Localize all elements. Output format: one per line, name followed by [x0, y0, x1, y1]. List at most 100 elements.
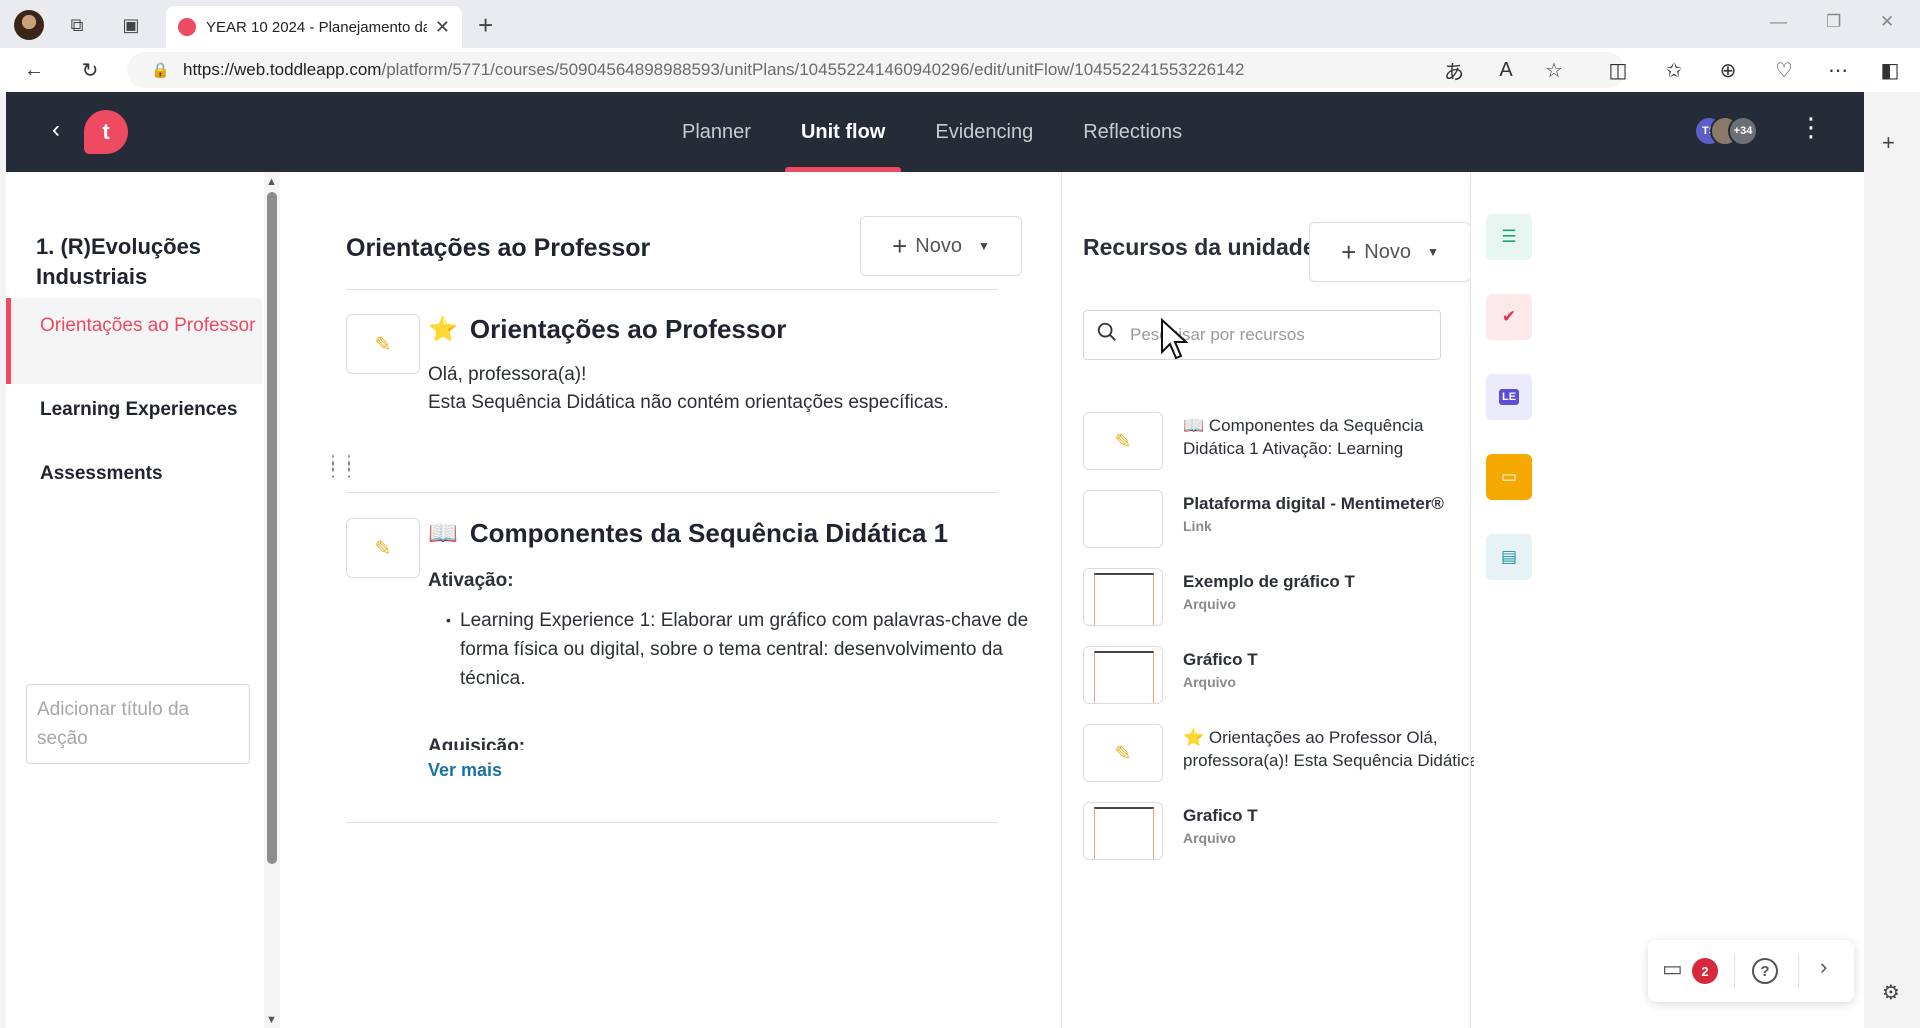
sidebar-scrollbar[interactable]: ▲ ▼ [264, 172, 280, 1028]
help-widget: ▭ 2 ? › [1648, 940, 1854, 1002]
back-icon[interactable]: ← [20, 56, 48, 84]
edge-sidebar: + ⚙ [1864, 92, 1920, 1028]
tool-rail: ☰ ✔ LE ▭ ▤ [1474, 172, 1538, 1028]
section-heading: Orientações ao Professor [346, 234, 651, 262]
edit-icon: ✎ [1083, 724, 1163, 782]
sidebar-item-assessments[interactable]: Assessments [6, 460, 262, 488]
tab-unit-flow[interactable]: Unit flow [784, 92, 902, 172]
card-title-text: Orientações ao Professor [469, 314, 787, 344]
favorite-star-icon[interactable]: ☆ [1540, 56, 1568, 84]
resource-item[interactable]: ✎ ⭐ Orientações ao Professor Olá, profes… [1083, 724, 1479, 784]
tab-planner[interactable]: Planner [666, 92, 767, 172]
close-window-icon[interactable]: ✕ [1880, 12, 1894, 32]
book-icon: 📖 [428, 520, 458, 547]
scrollbar-thumb[interactable] [267, 192, 277, 864]
edit-card-button[interactable]: ✎ [346, 518, 420, 578]
list-item: Learning Experience 1: Elaborar um gráfi… [446, 606, 1060, 693]
read-aloud-icon[interactable]: A [1492, 56, 1520, 84]
divider [346, 822, 998, 823]
notes-icon[interactable]: ☰ [1486, 214, 1532, 260]
resource-name: Gráfico T [1183, 650, 1258, 669]
sidebar-item-learning-experiences[interactable]: Learning Experiences [6, 396, 262, 424]
collections-icon[interactable]: ⊕ [1714, 56, 1742, 84]
collaborator-avatars[interactable]: TS +34 [1694, 116, 1774, 148]
back-chevron-icon[interactable]: ‹ [52, 116, 60, 144]
clipboard-check-icon[interactable]: ✔ [1486, 294, 1532, 340]
drag-handle-icon[interactable]: ⋮⋮ ⋮⋮ [324, 453, 358, 479]
resources-title: Recursos da unidade [1083, 234, 1316, 260]
card-title: 📖 Componentes da Sequência Didática 1 [428, 518, 948, 549]
browser-essentials-icon[interactable]: ♡ [1770, 56, 1798, 84]
address-bar[interactable]: 🔒 https://web.toddleapp.com/platform/577… [127, 52, 1625, 88]
restore-icon[interactable]: ❐ [1826, 12, 1841, 32]
card-text: Olá, professora(a)! [428, 364, 587, 385]
edit-card-button[interactable]: ✎ [346, 314, 420, 374]
search-icon [1097, 322, 1116, 341]
comments-icon[interactable]: ▭ [1662, 956, 1683, 982]
le-icon[interactable]: LE [1486, 374, 1532, 420]
browser-toolbar: ← ↻ 🔒 https://web.toddleapp.com/platform… [0, 48, 1920, 92]
resource-item[interactable]: Grafico T Arquivo [1083, 802, 1463, 862]
translate-icon[interactable]: あ [1440, 56, 1468, 84]
unit-title: 1. (R)Evoluções Industriais [36, 234, 202, 289]
resource-name: Plataforma digital - Mentimeter® [1183, 494, 1444, 513]
minimize-icon[interactable]: — [1770, 12, 1787, 32]
file-thumbnail [1083, 568, 1163, 626]
scroll-up-icon[interactable]: ▲ [266, 176, 277, 188]
add-sidebar-app-icon[interactable]: + [1882, 130, 1895, 156]
new-button-label: Novo [1364, 240, 1411, 263]
browser-profile-avatar[interactable] [14, 10, 44, 40]
browser-tab[interactable]: YEAR 10 2024 - Planejamento da ✕ [166, 6, 462, 48]
chevron-right-icon[interactable]: › [1820, 954, 1827, 980]
unit-flow-content: Orientações ao Professor + Novo ▼ ⋮⋮ ⋮⋮ ✎… [280, 172, 1062, 1028]
card-text: Esta Sequência Didática não contém orien… [428, 392, 949, 413]
plus-icon: + [1341, 236, 1357, 267]
edit-icon: ✎ [1083, 412, 1163, 470]
help-icon[interactable]: ? [1752, 958, 1778, 984]
toddle-logo[interactable]: t [84, 110, 128, 154]
sidebar-item-orientacoes[interactable]: Orientações ao Professor [6, 298, 262, 384]
resource-search-input[interactable]: Pesquisar por recursos [1083, 310, 1441, 360]
scroll-down-icon[interactable]: ▼ [266, 1014, 277, 1026]
resource-type: Arquivo [1183, 674, 1236, 690]
new-tab-icon[interactable]: + [478, 10, 493, 41]
tab-reflections[interactable]: Reflections [1067, 92, 1198, 172]
new-resource-button[interactable]: + Novo ▼ [1309, 222, 1471, 282]
divider [1470, 172, 1471, 1028]
avatar-more-count: +34 [1728, 116, 1758, 146]
browser-tab-title: YEAR 10 2024 - Planejamento da [206, 18, 427, 36]
star-icon: ⭐ [428, 316, 458, 343]
resource-type: Arquivo [1183, 596, 1236, 612]
browser-tab-strip: ⧉ ▣ YEAR 10 2024 - Planejamento da ✕ + —… [0, 0, 1920, 48]
split-screen-icon[interactable]: ◫ [1604, 56, 1632, 84]
favorites-icon[interactable]: ✩ [1660, 56, 1688, 84]
toddle-favicon-icon [178, 18, 196, 36]
resource-item[interactable]: Plataforma digital - Mentimeter® Link [1083, 490, 1463, 550]
sidebar-toggle-icon[interactable]: ◧ [1876, 56, 1904, 84]
divider [346, 492, 998, 493]
close-tab-icon[interactable]: ✕ [435, 17, 450, 38]
new-item-button[interactable]: + Novo ▼ [860, 216, 1022, 276]
file-thumbnail [1083, 802, 1163, 860]
see-more-link[interactable]: Ver mais [428, 760, 502, 781]
resource-item[interactable]: Gráfico T Arquivo [1083, 646, 1463, 706]
more-options-icon[interactable]: ⋯ [1824, 56, 1852, 84]
gear-icon[interactable]: ⚙ [1882, 980, 1900, 1005]
archive-icon[interactable]: ▭ [1486, 454, 1532, 500]
search-placeholder: Pesquisar por recursos [1130, 325, 1305, 344]
tab-evidencing[interactable]: Evidencing [919, 92, 1049, 172]
resource-item[interactable]: ✎ 📖 Componentes da Sequência Didática 1 … [1083, 412, 1463, 472]
add-section-title-input[interactable]: Adicionar título da seção [26, 684, 250, 764]
resource-item[interactable]: Exemplo de gráfico T Arquivo [1083, 568, 1463, 628]
workspaces-icon[interactable]: ⧉ [64, 12, 90, 38]
mouse-cursor-icon [1161, 318, 1189, 360]
resource-type: Link [1183, 518, 1212, 534]
tab-actions-icon[interactable]: ▣ [118, 12, 144, 38]
refresh-icon[interactable]: ↻ [76, 56, 104, 84]
divider [1798, 954, 1799, 988]
section-sidebar: 1. (R)Evoluções Industriais Orientações … [6, 172, 264, 1028]
clipboard-icon[interactable]: ▤ [1486, 534, 1532, 580]
card-subheading: Ativação: [428, 570, 514, 591]
more-vertical-icon[interactable]: ⋮ [1798, 112, 1824, 143]
resource-name: Grafico T [1183, 806, 1258, 825]
